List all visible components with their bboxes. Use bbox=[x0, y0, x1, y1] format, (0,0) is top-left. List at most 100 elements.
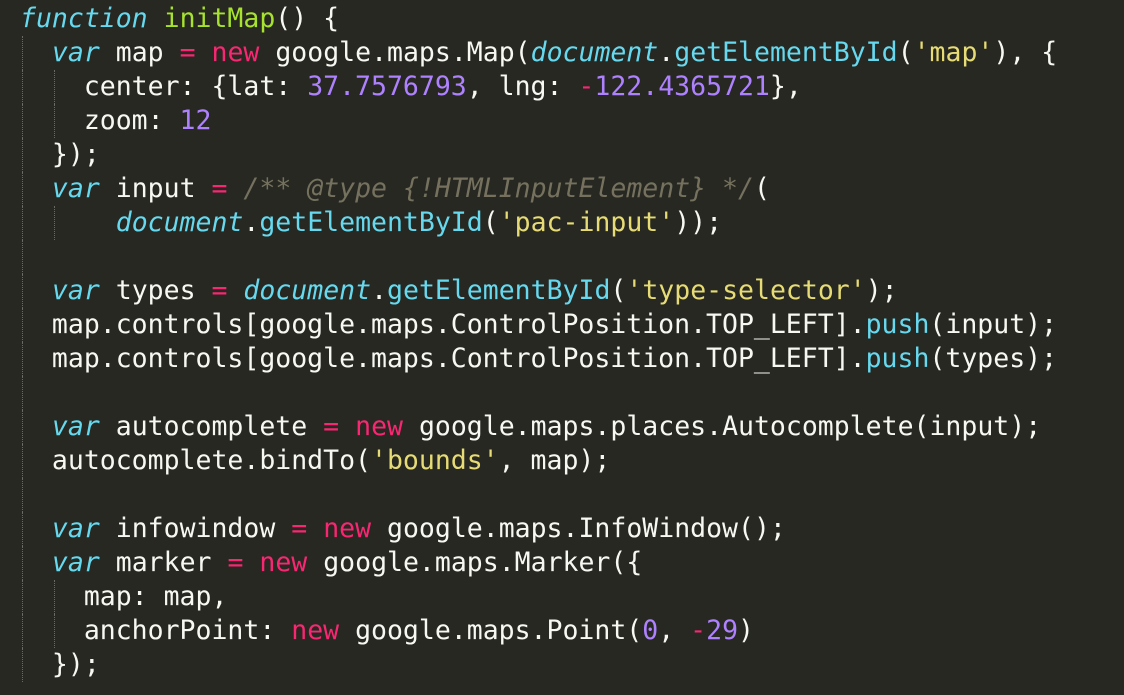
code-line[interactable] bbox=[20, 478, 1057, 512]
code-line[interactable]: map.controls[google.maps.ControlPosition… bbox=[20, 308, 1057, 342]
code-token: var bbox=[51, 513, 100, 544]
code-token: document bbox=[243, 275, 372, 306]
indent-guide bbox=[21, 444, 23, 478]
code-token: google.maps.InfoWindow(); bbox=[371, 513, 786, 544]
code-token: ( bbox=[753, 173, 770, 204]
indent-guide bbox=[21, 36, 23, 70]
code-token: center: {lat: bbox=[20, 71, 308, 102]
indent-guide bbox=[21, 342, 23, 376]
indent-guide bbox=[21, 274, 23, 308]
code-token: push bbox=[865, 309, 930, 340]
code-token: = bbox=[291, 513, 308, 544]
code-token: new bbox=[355, 411, 403, 442]
code-token: = bbox=[179, 37, 196, 68]
code-token: push bbox=[865, 343, 930, 374]
code-line[interactable]: function initMap() { bbox=[20, 2, 1057, 36]
code-line[interactable]: anchorPoint: new google.maps.Point(0, -2… bbox=[20, 614, 1057, 648]
code-token: () { bbox=[275, 3, 340, 34]
code-line[interactable]: zoom: 12 bbox=[20, 104, 1057, 138]
indent-guide bbox=[21, 70, 23, 104]
code-token: getElementById bbox=[674, 37, 898, 68]
code-token: . bbox=[658, 37, 675, 68]
code-token: ); bbox=[865, 275, 898, 306]
code-token: 'pac-input' bbox=[498, 207, 675, 238]
code-view[interactable]: function initMap() { var map = new googl… bbox=[20, 2, 1057, 682]
indent-guide bbox=[21, 580, 23, 614]
indent-guide bbox=[21, 614, 23, 648]
code-line[interactable]: }); bbox=[20, 138, 1057, 172]
code-token: map.controls[google.maps.ControlPosition… bbox=[20, 309, 866, 340]
code-token: 'bounds' bbox=[371, 445, 499, 476]
code-token: autocomplete.bindTo( bbox=[20, 445, 371, 476]
code-token: google.maps.Marker({ bbox=[307, 547, 643, 578]
code-token: , lng: bbox=[466, 71, 579, 102]
code-token: }); bbox=[20, 139, 100, 170]
code-token: 'type-selector' bbox=[626, 275, 866, 306]
indent-guide bbox=[53, 70, 55, 104]
code-token: getElementById bbox=[387, 275, 611, 306]
code-token: ), { bbox=[993, 37, 1058, 68]
code-line[interactable]: map.controls[google.maps.ControlPosition… bbox=[20, 342, 1057, 376]
code-token: }, bbox=[769, 71, 802, 102]
code-line[interactable]: center: {lat: 37.7576793, lng: -122.4365… bbox=[20, 70, 1057, 104]
indent-guide bbox=[21, 648, 23, 682]
code-token: 12 bbox=[179, 105, 212, 136]
code-token: google.maps.places.Autocomplete(input); bbox=[402, 411, 1042, 442]
code-line[interactable]: var map = new google.maps.Map(document.g… bbox=[20, 36, 1057, 70]
code-token: var bbox=[51, 411, 100, 442]
code-line[interactable]: var autocomplete = new google.maps.place… bbox=[20, 410, 1057, 444]
code-token: map bbox=[99, 37, 180, 68]
indent-guide bbox=[53, 580, 55, 614]
code-token: . bbox=[243, 207, 260, 238]
indent-guide bbox=[53, 206, 55, 240]
indent-guide bbox=[21, 478, 23, 512]
indent-guide bbox=[21, 546, 23, 580]
code-token: input bbox=[99, 173, 212, 204]
code-token: 122.4365721 bbox=[594, 71, 770, 102]
code-token: map: map, bbox=[20, 581, 228, 612]
code-token: infowindow bbox=[99, 513, 292, 544]
code-token: - bbox=[578, 71, 595, 102]
code-line[interactable]: map: map, bbox=[20, 580, 1057, 614]
code-line[interactable] bbox=[20, 376, 1057, 410]
code-line[interactable]: var marker = new google.maps.Marker({ bbox=[20, 546, 1057, 580]
code-line[interactable]: var infowindow = new google.maps.InfoWin… bbox=[20, 512, 1057, 546]
code-line[interactable]: document.getElementById('pac-input')); bbox=[20, 206, 1057, 240]
code-token: }); bbox=[20, 649, 100, 680]
code-token: 0 bbox=[642, 615, 659, 646]
code-line[interactable]: }); bbox=[20, 648, 1057, 682]
code-line[interactable]: var input = /** @type {!HTMLInputElement… bbox=[20, 172, 1057, 206]
code-token: new bbox=[259, 547, 308, 578]
code-token: 29 bbox=[706, 615, 739, 646]
indent-guide bbox=[53, 104, 55, 138]
code-line[interactable] bbox=[20, 240, 1057, 274]
code-token: map.controls[google.maps.ControlPosition… bbox=[20, 343, 866, 374]
code-token: (input); bbox=[929, 309, 1058, 340]
code-token: function bbox=[20, 3, 148, 34]
code-line[interactable]: autocomplete.bindTo('bounds', map); bbox=[20, 444, 1057, 478]
code-token: (types); bbox=[929, 343, 1058, 374]
indent-guide bbox=[21, 172, 23, 206]
code-token: , bbox=[658, 615, 691, 646]
code-token: . bbox=[371, 275, 388, 306]
code-token: ( bbox=[482, 207, 499, 238]
code-token: , map); bbox=[498, 445, 611, 476]
code-editor[interactable]: function initMap() { var map = new googl… bbox=[0, 0, 1124, 695]
indent-guide bbox=[21, 240, 23, 274]
indent-guide bbox=[21, 410, 23, 444]
indent-guide bbox=[21, 376, 23, 410]
code-token: var bbox=[51, 275, 100, 306]
code-line[interactable]: var types = document.getElementById('typ… bbox=[20, 274, 1057, 308]
code-token: new bbox=[291, 615, 340, 646]
code-token: zoom: bbox=[20, 105, 180, 136]
